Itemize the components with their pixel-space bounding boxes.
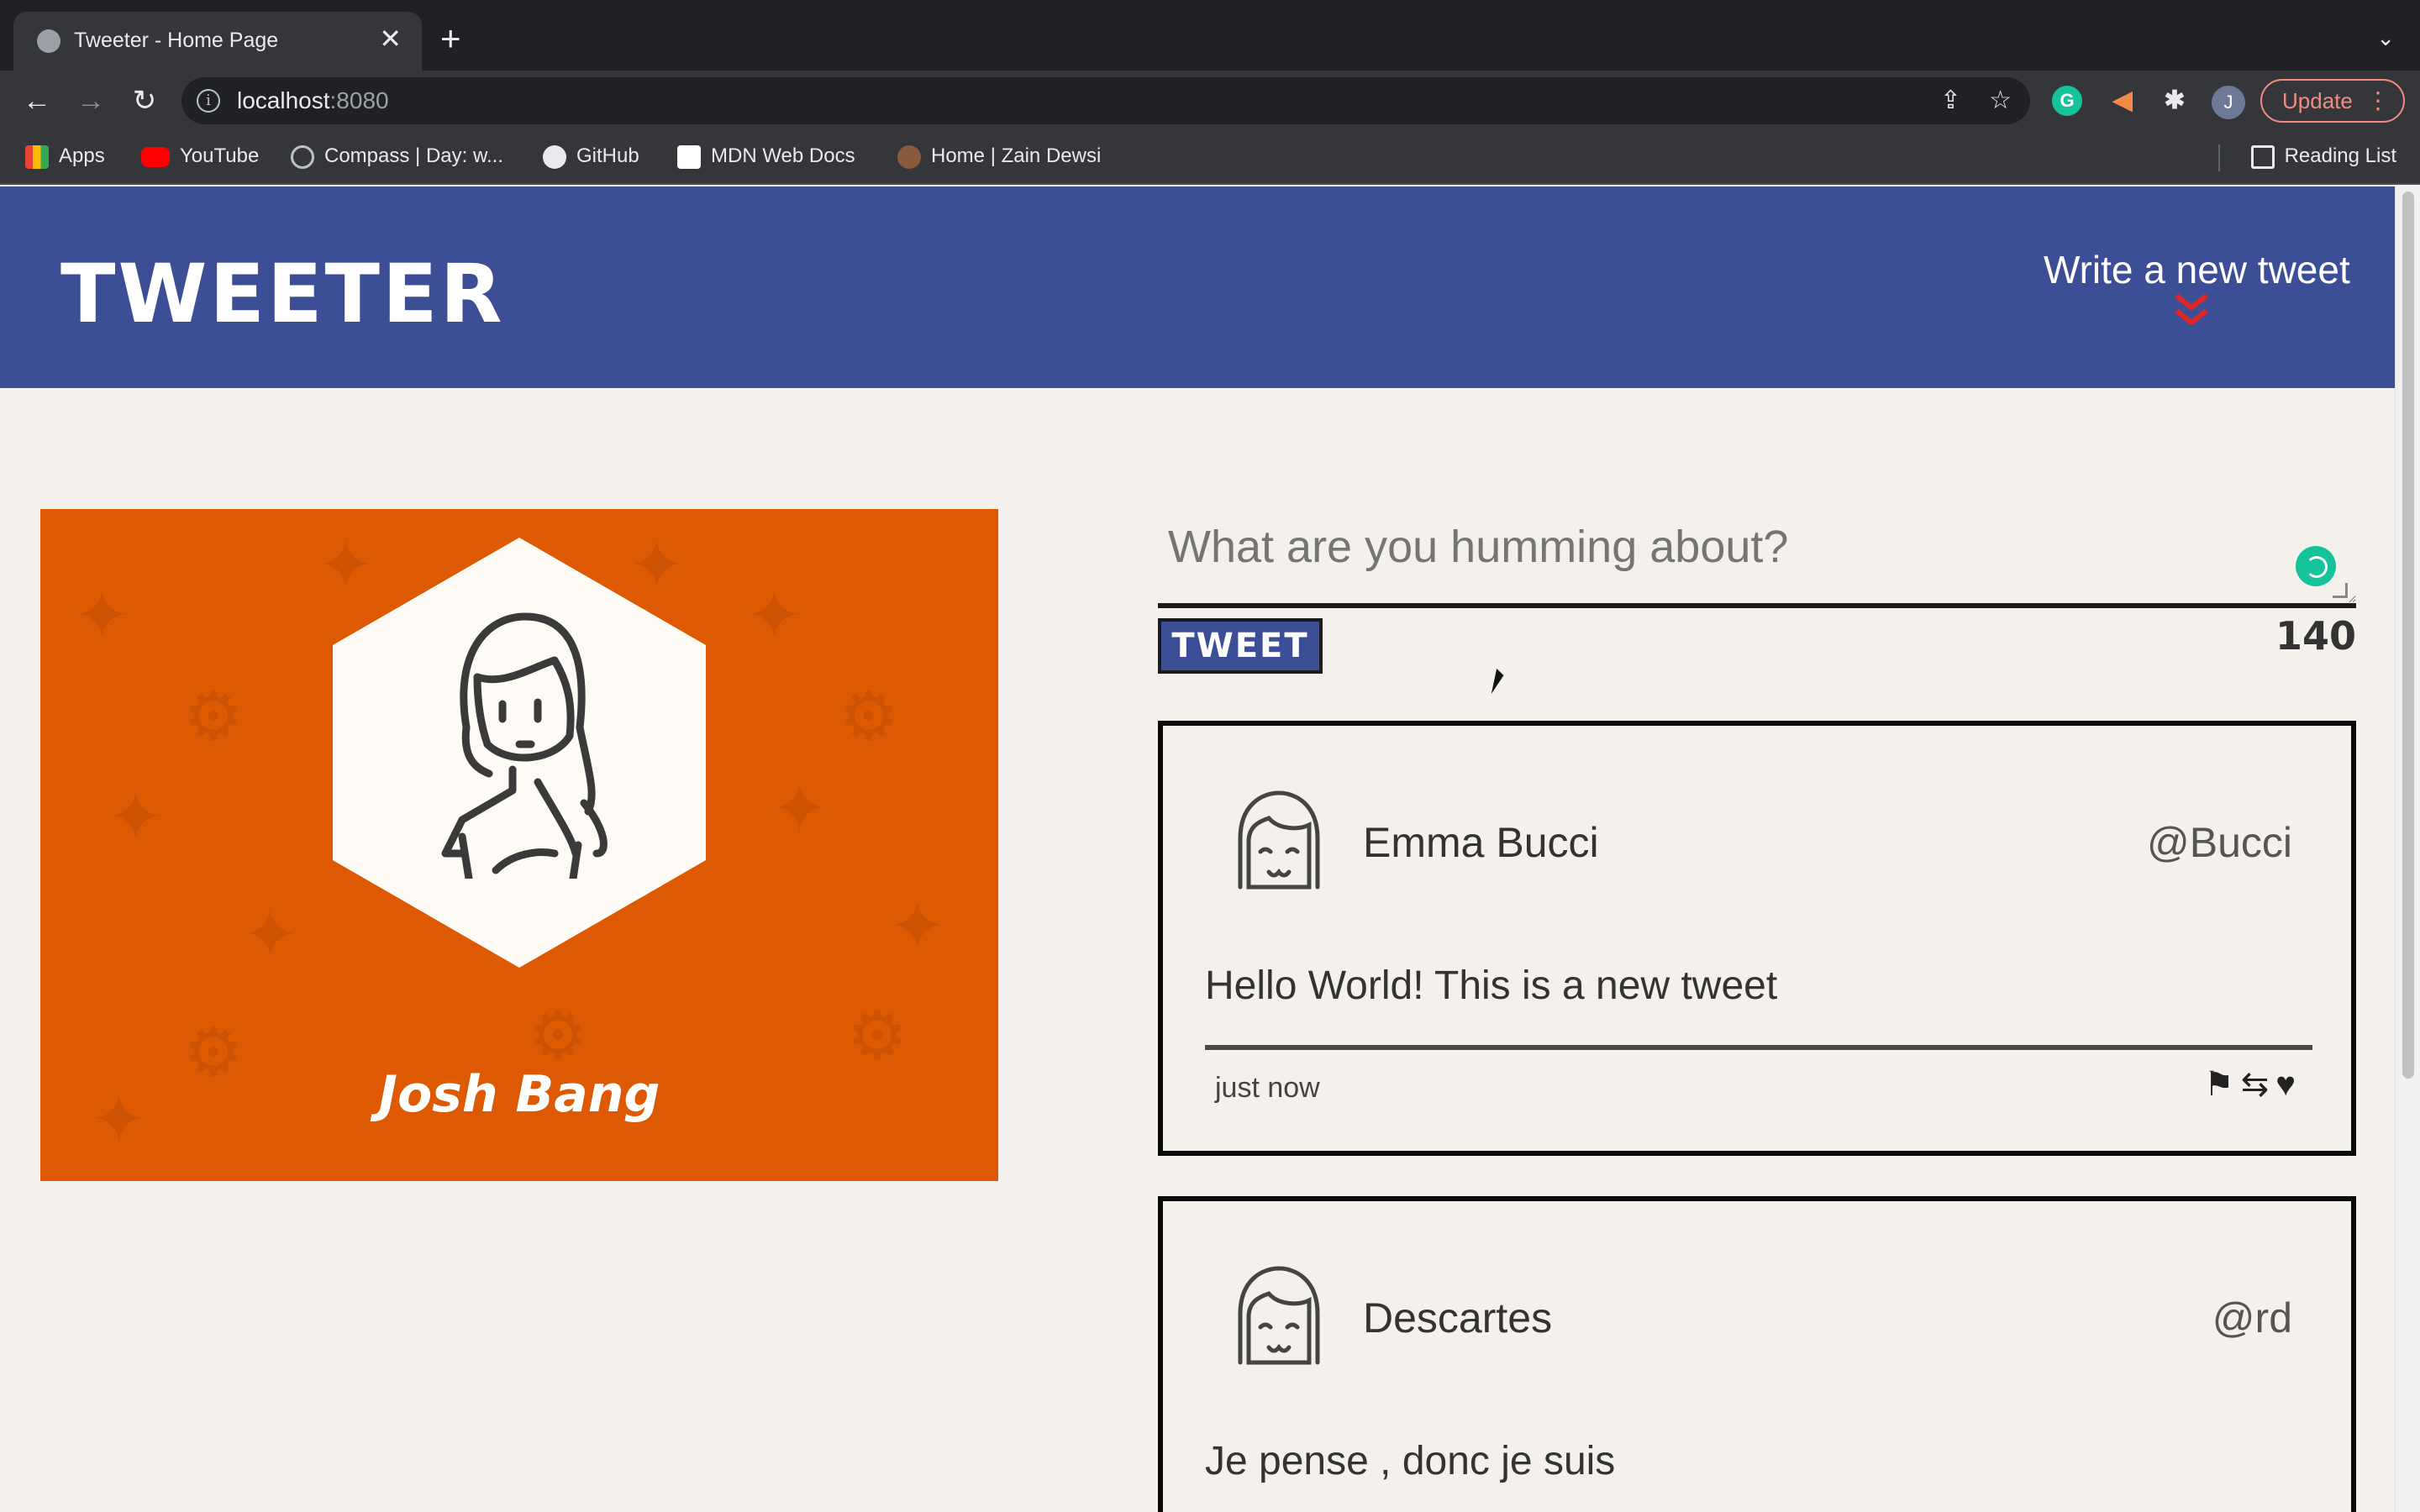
compose-prefix: Write (2044, 248, 2133, 291)
mdn-icon (677, 144, 701, 169)
youtube-icon (141, 146, 170, 167)
bookmark-zain[interactable]: Home | Zain Dewsi (897, 144, 1101, 169)
tweet-timestamp: just now (1215, 1072, 1320, 1104)
url-host: localhost (237, 87, 330, 113)
bookmark-label: GitHub (576, 144, 639, 167)
bookmark-youtube[interactable]: YouTube (141, 144, 259, 168)
bookmark-github[interactable]: GitHub (543, 144, 639, 169)
bookmark-label: Compass | Day: w... (324, 144, 503, 167)
pattern-gear-icon: ⚙ (839, 679, 899, 753)
bookmark-apps[interactable]: Apps (25, 144, 105, 169)
tweet-textarea[interactable] (1158, 509, 2356, 608)
brand-logo: TWEETER (60, 247, 505, 341)
new-tab-button[interactable]: + (440, 21, 461, 56)
pattern-robot-icon: ✦ (318, 528, 375, 602)
scrollbar-thumb[interactable] (2402, 192, 2414, 1079)
pattern-robot-icon: ✦ (242, 897, 299, 972)
reading-list-label: Reading List (2284, 144, 2396, 167)
page-viewport: TWEETER Write a new tweet ✦ ⚙ ✦ ✦ ⚙ ✦ ✦ … (0, 186, 2395, 1512)
tweet-author-handle: @rd (2212, 1294, 2292, 1341)
reload-icon[interactable]: ↻ (126, 82, 163, 119)
update-label: Update (2282, 88, 2353, 113)
write-new-tweet-link[interactable]: Write a new tweet (2044, 247, 2350, 292)
forward-icon[interactable]: → (72, 82, 109, 119)
compass-icon (291, 144, 314, 169)
pattern-robot-icon: ✦ (108, 780, 165, 854)
reading-list-icon (2250, 144, 2275, 169)
character-counter: 140 (2275, 613, 2356, 659)
close-icon[interactable]: ✕ (379, 24, 402, 54)
bookmark-mdn[interactable]: MDN Web Docs (677, 144, 855, 169)
double-chevron-down-icon[interactable] (2173, 292, 2210, 329)
pattern-robot-icon: ✦ (746, 578, 803, 653)
update-button[interactable]: Update ⋮ (2260, 79, 2405, 123)
page-scrollbar[interactable] (2395, 186, 2420, 1512)
pattern-gear-icon: ⚙ (847, 998, 908, 1073)
bookmark-label: Home | Zain Dewsi (931, 144, 1102, 167)
bookmarks-bar: Apps YouTube Compass | Day: w... GitHub … (0, 131, 2420, 185)
profile-avatar[interactable]: J (2212, 86, 2245, 119)
bookmark-compass[interactable]: Compass | Day: w... (291, 144, 503, 169)
profile-card: ✦ ⚙ ✦ ✦ ⚙ ✦ ✦ ⚙ ✦ ✦ ⚙ ⚙ ✦ ✦ Josh Bang (40, 509, 998, 1181)
tweet-text: Hello World! This is a new tweet (1205, 963, 1778, 1008)
menu-dots-icon: ⋮ (2366, 87, 2390, 113)
pattern-robot-icon: ✦ (74, 578, 131, 653)
browser-toolbar: ← → ↻ i localhost:8080 ⇪ ☆ G ◀ ✱ J Updat… (0, 71, 2420, 131)
site-header: TWEETER Write a new tweet (0, 186, 2395, 388)
tweet-card: Descartes @rd Je pense , donc je suis (1158, 1196, 2356, 1512)
pattern-robot-icon: ✦ (889, 889, 946, 963)
user-avatar-icon (1238, 790, 1320, 890)
tweet-actions-flag-retweet-heart-icons[interactable]: ⚑⇆♥ (2204, 1065, 2302, 1104)
browser-tab[interactable]: Tweeter - Home Page ✕ (13, 12, 422, 71)
apps-grid-icon (25, 144, 49, 169)
bookmarks-divider (2218, 144, 2220, 171)
tweet-card: Emma Bucci @Bucci Hello World! This is a… (1158, 721, 2356, 1156)
back-icon[interactable]: ← (18, 82, 55, 119)
pattern-gear-icon: ⚙ (183, 679, 244, 753)
globe-icon (37, 29, 60, 53)
pattern-gear-icon: ⚙ (528, 998, 588, 1073)
tweet-divider (1205, 1045, 2312, 1050)
person-favicon-icon (897, 144, 921, 169)
grammarly-extension-icon[interactable]: G (2052, 86, 2082, 116)
bookmark-label: YouTube (180, 144, 260, 167)
tweet-author-name: Descartes (1363, 1294, 1553, 1341)
tweet-submit-button[interactable]: TWEET (1158, 618, 1323, 674)
megaphone-extension-icon[interactable]: ◀ (2107, 86, 2138, 116)
star-icon[interactable]: ☆ (1989, 86, 2012, 115)
tweet-author-name: Emma Bucci (1363, 819, 1599, 866)
textarea-resize-handle[interactable] (2333, 583, 2348, 598)
profile-avatar-illustration (441, 612, 608, 879)
share-icon[interactable]: ⇪ (1940, 86, 1961, 115)
tweet-text: Je pense , donc je suis (1205, 1439, 1616, 1483)
profile-name: Josh Bang (378, 1065, 660, 1124)
extensions-puzzle-icon[interactable]: ✱ (2160, 86, 2190, 116)
tweet-author-handle: @Bucci (2146, 819, 2292, 866)
bookmark-label: Apps (59, 144, 105, 167)
browser-tab-bar: Tweeter - Home Page ✕ + ⌄ (0, 0, 2420, 71)
bookmark-label: MDN Web Docs (711, 144, 855, 167)
url-port: :8080 (329, 87, 389, 113)
tab-search-icon[interactable]: ⌄ (2376, 25, 2395, 51)
github-icon (543, 144, 566, 169)
pattern-robot-icon: ✦ (629, 528, 686, 602)
pattern-robot-icon: ✦ (771, 771, 829, 846)
info-icon[interactable]: i (197, 89, 220, 113)
user-avatar-icon (1238, 1266, 1320, 1365)
grammarly-status-icon[interactable] (2296, 546, 2336, 586)
compose-rest: a new tweet (2133, 248, 2350, 291)
tab-title: Tweeter - Home Page (74, 29, 279, 52)
address-bar[interactable]: i localhost:8080 ⇪ ☆ (182, 77, 2030, 124)
url-text: localhost:8080 (237, 87, 389, 114)
reading-list-button[interactable]: Reading List (2250, 144, 2396, 169)
